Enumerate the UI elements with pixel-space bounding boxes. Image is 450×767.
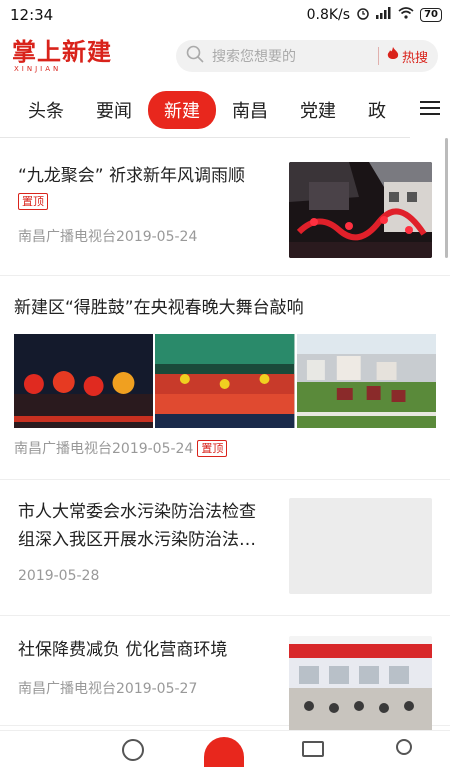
news-item[interactable]: 市人大常委会水污染防治法检查 组深入我区开展水污染防治法… 2019-05-28 [0,480,450,616]
news-text: 社保降费减负 优化营商环境 南昌广播电视台2019-05-27 [18,636,281,698]
battery-icon: 70 [420,8,442,22]
news-meta: 南昌广播电视台2019-05-27 [18,678,281,698]
menu-icon [420,100,440,120]
search-bar[interactable]: 搜索您想要的 热搜 [176,40,438,72]
status-icons: 0.8K/s 70 [307,6,442,24]
tab-bar-user-icon [396,739,412,755]
news-thumbnail [289,162,432,258]
news-title: 社保降费减负 优化营商环境 [18,636,281,664]
news-item[interactable]: “九龙聚会” 祈求新年风调雨顺 置顶 南昌广播电视台2019-05-24 [0,138,450,276]
news-image [155,334,294,428]
flame-icon [387,47,399,65]
tab-bar-circle-icon [122,739,144,761]
logo-subtext: XINJIAN [12,65,162,73]
menu-button[interactable] [410,82,450,138]
tab-nanchang[interactable]: 南昌 [216,91,284,129]
alarm-icon [356,6,370,24]
news-image [297,334,436,428]
news-title: 新建区“得胜鼓”在央视春晚大舞台敲响 [14,298,304,318]
news-meta-row: 南昌广播电视台2019-05-24 置顶 [14,438,436,458]
news-feed: “九龙聚会” 祈求新年风调雨顺 置顶 南昌广播电视台2019-05-24 [0,138,450,726]
app-logo: 掌上新建 XINJIAN [12,39,162,73]
search-icon [186,45,204,67]
bottom-tab-bar [0,730,450,746]
news-thumbnail-placeholder [289,498,432,594]
tab-yaowen[interactable]: 要闻 [80,91,148,129]
news-meta: 南昌广播电视台2019-05-24 [14,438,193,458]
search-divider [378,47,379,65]
news-meta: 南昌广播电视台2019-05-24 [18,226,281,246]
nav-tabs: 头条 要闻 新建 南昌 党建 政 [0,91,450,129]
tab-zheng[interactable]: 政 [352,91,402,129]
news-item[interactable]: 社保降费减负 优化营商环境 南昌广播电视台2019-05-27 [0,616,450,726]
tab-bar-center-button[interactable] [204,737,244,767]
search-input[interactable]: 搜索您想要的 [212,46,370,66]
news-image-row [14,334,436,428]
pinned-badge: 置顶 [18,193,48,210]
news-title-line2: 组深入我区开展水污染防治法… [18,526,281,554]
status-time: 12:34 [10,6,53,24]
category-nav: 头条 要闻 新建 南昌 党建 政 [0,82,450,138]
news-text: 市人大常委会水污染防治法检查 组深入我区开展水污染防治法… 2019-05-28 [18,498,281,584]
news-title: “九龙聚会” 祈求新年风调雨顺 [18,162,281,190]
news-item[interactable]: 新建区“得胜鼓”在央视春晚大舞台敲响 [0,276,450,480]
scrollbar[interactable] [445,138,448,258]
app-header: 掌上新建 XINJIAN 搜索您想要的 热搜 [0,30,450,82]
signal-icon [376,7,392,23]
logo-text: 掌上新建 [12,39,162,65]
wifi-icon [398,7,414,23]
news-meta: 2019-05-28 [18,568,281,584]
pinned-badge: 置顶 [197,440,227,457]
network-speed: 0.8K/s [307,7,350,23]
status-bar: 12:34 0.8K/s 70 [0,0,450,30]
hot-search-label: 热搜 [402,47,428,66]
tab-xinjian[interactable]: 新建 [148,91,216,129]
news-image [14,334,153,428]
hot-search-button[interactable]: 热搜 [387,47,428,66]
news-title-line1: 市人大常委会水污染防治法检查 [18,498,281,526]
tab-toutiao[interactable]: 头条 [12,91,80,129]
news-text: “九龙聚会” 祈求新年风调雨顺 置顶 南昌广播电视台2019-05-24 [18,162,281,246]
news-thumbnail [289,636,432,732]
tab-dangjian[interactable]: 党建 [284,91,352,129]
tab-bar-doc-icon [302,741,324,757]
